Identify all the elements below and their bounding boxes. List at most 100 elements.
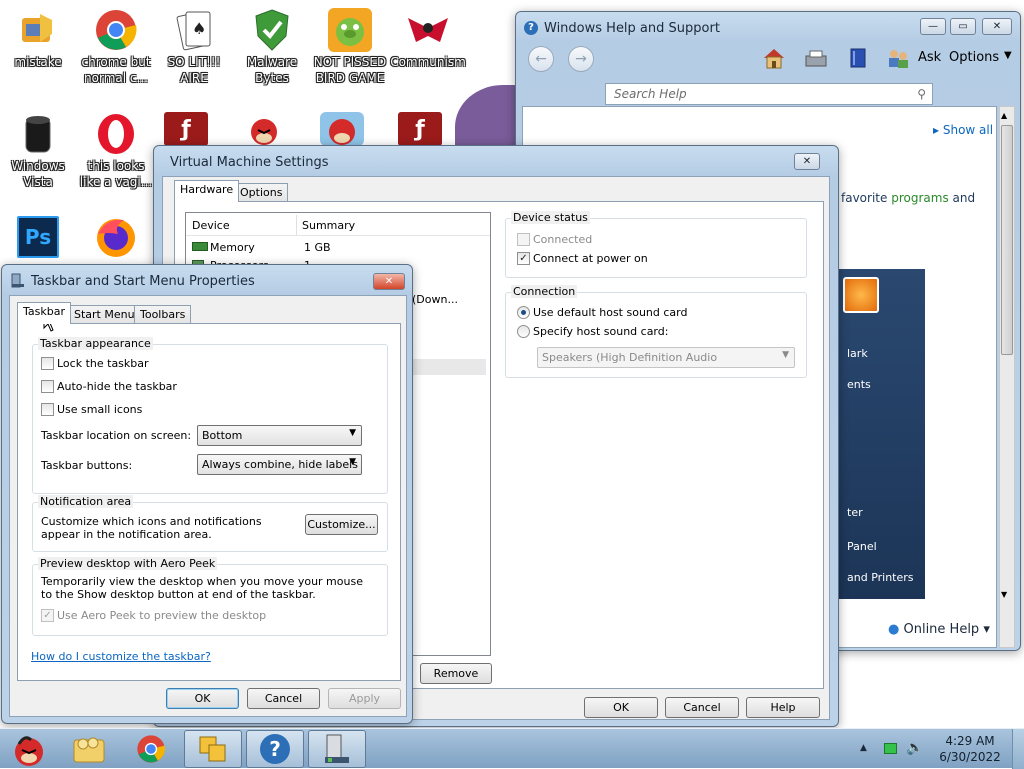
forward-arrow-icon[interactable]: →: [568, 46, 594, 72]
desktop-icon-flash-2[interactable]: ƒ: [390, 108, 450, 148]
taskbar-location-select[interactable]: Bottom ▼: [197, 425, 362, 446]
ask-people-icon[interactable]: [886, 47, 910, 69]
tab-hardware[interactable]: Hardware: [174, 180, 240, 202]
desktop-icon-windows-vista[interactable]: Windows Vista: [0, 108, 76, 190]
shield-check-icon: [250, 8, 294, 52]
search-placeholder: Search Help: [614, 87, 687, 101]
home-icon[interactable]: [762, 47, 786, 69]
photoshop-icon: Ps: [17, 216, 59, 258]
desktop-icon-mistake[interactable]: mistake: [0, 4, 76, 70]
scrollbar-thumb[interactable]: [1001, 125, 1013, 355]
start-button[interactable]: [0, 730, 58, 768]
scrollbar[interactable]: ▲ ▼: [999, 106, 1015, 648]
apply-button[interactable]: Apply: [328, 688, 401, 709]
tab-options[interactable]: Options: [234, 183, 289, 202]
firefox-icon: [94, 216, 138, 260]
desktop-icon-chrome[interactable]: chrome but normal c...: [78, 4, 154, 86]
clock-date: 6/30/2022: [939, 750, 1001, 764]
volume-icon[interactable]: 🔈: [906, 740, 923, 756]
close-button[interactable]: ✕: [373, 273, 405, 290]
cancel-button[interactable]: Cancel: [247, 688, 320, 709]
maximize-button[interactable]: ▭: [950, 18, 976, 35]
ask-button[interactable]: Ask: [918, 50, 941, 65]
connected-checkbox[interactable]: [517, 233, 530, 246]
show-all-link[interactable]: ▸ Show all: [933, 123, 993, 137]
folder-icon: [73, 737, 105, 763]
programs-link[interactable]: programs: [891, 191, 948, 205]
taskbar-panel: Taskbar appearance Lock the taskbar Auto…: [17, 311, 401, 681]
close-button[interactable]: ✕: [982, 18, 1012, 35]
print-icon[interactable]: [804, 49, 828, 69]
tab-toolbars[interactable]: Toolbars: [134, 305, 192, 324]
angry-bird-start-icon: [15, 736, 43, 766]
desktop-icon-bird-game[interactable]: NOT PISSED BIRD GAME: [312, 4, 388, 86]
scroll-down-icon[interactable]: ▼: [1001, 590, 1007, 599]
desktop-icon-malwarebytes[interactable]: Malware Bytes: [234, 4, 310, 86]
connect-at-power-on-checkbox[interactable]: ✓: [517, 252, 530, 265]
minimize-button[interactable]: —: [920, 18, 946, 35]
scroll-up-icon[interactable]: ▲: [1001, 111, 1007, 120]
sound-card-select[interactable]: Speakers (High Definition Audio ▼: [537, 347, 795, 368]
help-icon: ?: [260, 734, 290, 764]
flower-picture-icon: [843, 277, 879, 313]
close-button[interactable]: ✕: [794, 153, 820, 170]
angry-bird-icon: [242, 112, 286, 146]
taskbar-file-explorer[interactable]: [60, 730, 118, 768]
ok-button[interactable]: OK: [166, 688, 239, 709]
taskbar-help-support[interactable]: ?: [246, 730, 304, 768]
desktop-icon-angry-birds-1[interactable]: [234, 108, 294, 148]
small-icons-checkbox[interactable]: [41, 403, 54, 416]
cancel-button[interactable]: Cancel: [665, 697, 739, 718]
lock-taskbar-checkbox[interactable]: [41, 357, 54, 370]
specify-sound-radio[interactable]: [517, 325, 530, 338]
online-help-button[interactable]: ● Online Help ▾: [888, 622, 990, 637]
help-button[interactable]: Help: [746, 697, 820, 718]
options-button[interactable]: Options: [949, 50, 999, 65]
trash-bin-icon: [16, 112, 60, 156]
taskbar-vmware[interactable]: [184, 730, 242, 768]
aero-peek-checkbox[interactable]: ✓: [41, 609, 54, 622]
desktop-icon-flash-1[interactable]: ƒ: [156, 108, 216, 148]
vmware-icon: [199, 736, 226, 762]
flash-icon: ƒ: [398, 112, 442, 146]
auto-hide-checkbox[interactable]: [41, 380, 54, 393]
customize-help-link[interactable]: How do I customize the taskbar?: [31, 650, 211, 663]
tab-taskbar[interactable]: Taskbar: [17, 302, 71, 324]
table-row[interactable]: Memory 1 GB: [186, 239, 490, 257]
network-icon[interactable]: [884, 743, 897, 754]
search-help-input[interactable]: Search Help ⚲: [605, 83, 933, 105]
column-device[interactable]: Device: [192, 219, 230, 232]
default-sound-radio[interactable]: [517, 306, 530, 319]
desktop-icon-angry-birds-2[interactable]: [312, 108, 372, 148]
desktop-icon-communism[interactable]: Communism: [390, 4, 466, 70]
partial-summary-text: (Down...: [412, 293, 458, 306]
taskbar-chrome[interactable]: [122, 730, 180, 768]
desktop-icon-photoshop[interactable]: Ps: [0, 212, 76, 260]
taskbar-buttons-select[interactable]: Always combine, hide labels ▼: [197, 454, 362, 475]
svg-text:♠: ♠: [192, 19, 206, 38]
remove-button[interactable]: Remove: [420, 663, 492, 684]
browse-help-icon[interactable]: [848, 47, 868, 69]
ok-button[interactable]: OK: [584, 697, 658, 718]
column-summary[interactable]: Summary: [302, 219, 355, 232]
vm-settings-title: Virtual Machine Settings: [170, 155, 329, 170]
show-hidden-icons-arrow[interactable]: ▲: [860, 743, 867, 753]
desktop-icon-opera[interactable]: this looks like a vagi...: [78, 108, 154, 190]
chrome-icon: [137, 735, 165, 763]
options-dropdown-icon[interactable]: ▼: [1004, 50, 1012, 61]
search-icon[interactable]: ⚲: [917, 87, 926, 101]
clock[interactable]: 4:29 AM 6/30/2022: [932, 733, 1008, 765]
tab-start-menu[interactable]: Start Menu: [68, 305, 141, 324]
customize-button[interactable]: Customize...: [305, 514, 378, 535]
back-arrow-icon[interactable]: ←: [528, 46, 554, 72]
globe-icon: ●: [888, 622, 900, 637]
chrome-icon: [94, 8, 138, 52]
red-emblem-icon: [406, 8, 450, 52]
chevron-down-icon: ▼: [349, 457, 356, 467]
flash-icon: ƒ: [164, 112, 208, 146]
desktop-icon-firefox[interactable]: [78, 212, 154, 262]
desktop-icon-so-lit[interactable]: ♠ SO LIT!!! AIRE: [156, 4, 232, 86]
show-desktop-button[interactable]: [1012, 729, 1024, 769]
taskbar-taskbar-properties[interactable]: [308, 730, 366, 768]
taskbar: ? ▲ 🔈 4:29 AM 6/30/2022: [0, 728, 1024, 769]
